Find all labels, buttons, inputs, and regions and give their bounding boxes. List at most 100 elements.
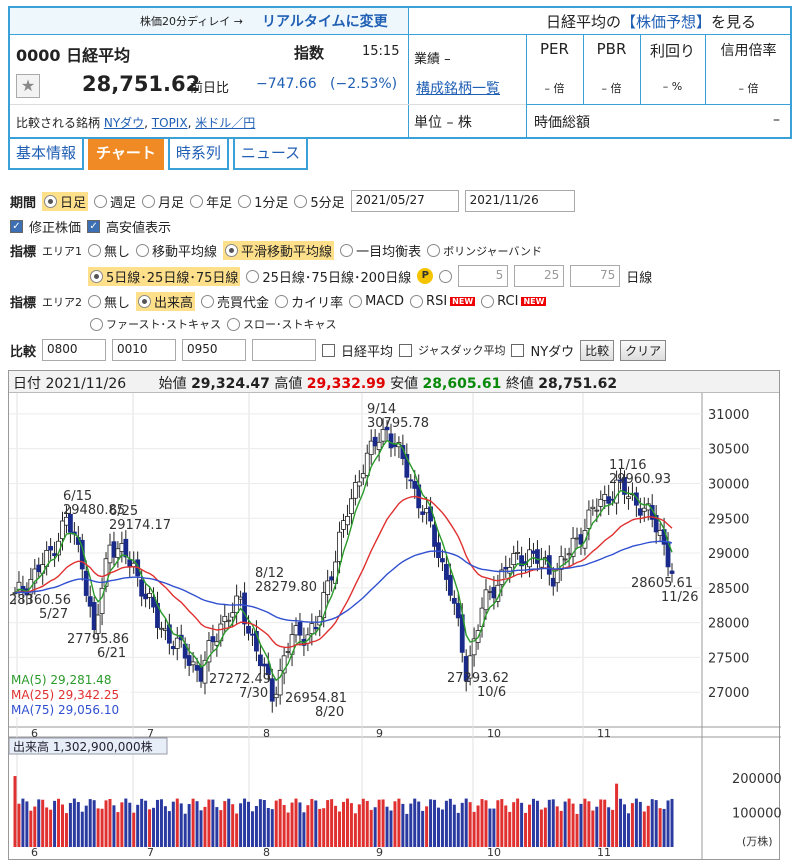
area2-fast-stoch[interactable]: ファースト･ストキャス: [90, 316, 221, 332]
compare-link-topix[interactable]: TOPIX: [152, 116, 188, 130]
ma-custom-radio[interactable]: [439, 269, 453, 283]
area1-row: 指標 エリア1 無し 移動平均線 平滑移動平均線 一目均衡表 ボリンジャーバンド: [10, 241, 542, 260]
area2-none[interactable]: 無し: [88, 292, 130, 311]
candle-body: [432, 524, 437, 547]
compare-jasdaq-checkbox[interactable]: [399, 343, 413, 357]
area1-label: エリア1: [42, 244, 83, 258]
volume-bar: [615, 783, 619, 847]
compare-code-3[interactable]: 0950: [182, 339, 247, 361]
area1-sma[interactable]: 移動平均線: [136, 241, 217, 260]
volume-label: 出来高 1,302,900,000株: [13, 739, 153, 754]
y-tick-label: 28500: [708, 582, 749, 597]
ma-25-75-200[interactable]: 25日線･75日線･200日線: [246, 267, 411, 286]
volume-bar: [100, 808, 104, 847]
price-chart[interactable]: 6677889910101111270002750028000285002900…: [9, 393, 781, 859]
volume-bar: [84, 805, 88, 847]
volume-bar: [112, 805, 116, 847]
area2-volume[interactable]: 出来高: [136, 292, 196, 311]
annotation-date: 8/20: [315, 705, 344, 720]
tab-chart[interactable]: チャート: [88, 139, 164, 170]
period-5min[interactable]: 5分足: [294, 192, 345, 211]
forecast-link[interactable]: 【株価予想】: [621, 13, 711, 31]
ma-custom-3[interactable]: 75: [570, 265, 621, 287]
area2-slow-stoch[interactable]: スロー･ストキャス: [226, 316, 336, 332]
area1-ichimoku[interactable]: 一目均衡表: [340, 241, 421, 260]
period-weekly[interactable]: 週足: [94, 192, 136, 211]
area2-deviation[interactable]: カイリ率: [275, 292, 343, 311]
candle-body: [95, 614, 101, 634]
volume-bar: [369, 809, 373, 847]
volume-bar: [484, 800, 488, 847]
tab-basic-info[interactable]: 基本情報: [8, 139, 85, 170]
adjusted-price-checkbox[interactable]: ✓: [10, 220, 23, 233]
volume-bar: [654, 800, 658, 847]
volume-bar: [401, 803, 405, 847]
period-row: 期間 日足 週足 月足 年足 1分足 5分足 2021/05/27 2021/1…: [10, 190, 575, 212]
area2-rsi[interactable]: RSI NEW: [410, 294, 476, 309]
date-from-input[interactable]: 2021/05/27: [350, 190, 459, 212]
area1-bollinger[interactable]: ボリンジャーバンド: [427, 243, 542, 259]
volume-bar: [417, 801, 421, 847]
volume-bar: [108, 798, 112, 847]
area1-none[interactable]: 無し: [88, 241, 130, 260]
volume-bar: [247, 801, 251, 847]
annotation-date: 11/26: [661, 590, 698, 605]
area2-macd[interactable]: MACD: [349, 294, 404, 309]
stoch-row: ファースト･ストキャス スロー･ストキャス: [90, 316, 336, 332]
volume-bar: [116, 812, 120, 847]
candle-body: [515, 551, 521, 554]
area2-turnover[interactable]: 売買代金: [201, 292, 269, 311]
ma-5-25-75[interactable]: 5日線･25日線･75日線: [88, 266, 241, 286]
period-yearly[interactable]: 年足: [190, 192, 232, 211]
compare-nydow-checkbox[interactable]: [511, 343, 525, 357]
volume-bar: [128, 802, 132, 847]
ohlc-open: 29,324.47: [191, 376, 270, 392]
volume-bar: [80, 811, 84, 847]
ma-custom-2[interactable]: 25: [514, 265, 565, 287]
volume-bar: [270, 809, 274, 847]
compare-code-2[interactable]: 0010: [112, 339, 177, 361]
volume-bar: [306, 805, 310, 847]
volume-bar: [405, 813, 409, 847]
volume-bar: [504, 805, 508, 847]
volume-bar: [365, 800, 369, 847]
margin-ratio-label: 信用倍率: [720, 43, 777, 59]
candle-body: [590, 506, 596, 510]
highlow-checkbox[interactable]: ✓: [87, 220, 101, 233]
ohlc-high-label: 高値: [274, 376, 303, 392]
x-tick-label: 10: [487, 727, 501, 740]
tab-news[interactable]: ニュース: [232, 139, 309, 170]
volume-bar: [607, 807, 611, 847]
compare-code-1[interactable]: 0800: [42, 339, 107, 361]
period-1min[interactable]: 1分足: [238, 192, 288, 211]
compare-button[interactable]: 比較: [580, 339, 615, 361]
compare-nikkei-checkbox[interactable]: [322, 343, 336, 357]
unit-label: 単位 – 株: [414, 115, 472, 131]
volume-bar: [528, 804, 532, 847]
volume-bar: [179, 803, 183, 847]
clear-button[interactable]: クリア: [620, 339, 667, 361]
candle-body: [349, 498, 354, 515]
ohlc-open-label: 始値: [158, 376, 187, 392]
volume-bar: [282, 804, 286, 847]
ohlc-bar: 日付 2021/11/26 始値 29,324.47 高値 29,332.99 …: [9, 371, 779, 393]
volume-bar: [183, 813, 187, 847]
y-tick-label: 28000: [708, 617, 749, 632]
volume-bar: [377, 799, 381, 847]
favorite-star-icon[interactable]: ★: [16, 74, 40, 98]
period-monthly[interactable]: 月足: [142, 192, 184, 211]
compare-code-4[interactable]: [252, 339, 317, 361]
volume-bar: [286, 812, 290, 847]
ma-legend-2: MA(75) 29,056.10: [11, 703, 119, 717]
realtime-link[interactable]: リアルタイムに変更: [262, 11, 388, 31]
ma-custom-1[interactable]: 5: [458, 265, 509, 287]
period-daily[interactable]: 日足: [42, 191, 89, 211]
compare-link-nydow[interactable]: NYダウ: [104, 116, 144, 130]
compare-link-usdjpy[interactable]: 米ドル／円: [195, 116, 255, 130]
composition-link[interactable]: 構成銘柄一覧: [416, 78, 500, 98]
date-to-input[interactable]: 2021/11/26: [464, 190, 575, 212]
tab-timeseries[interactable]: 時系列: [167, 139, 229, 170]
area1-smoothed-ma[interactable]: 平滑移動平均線: [223, 241, 335, 260]
area2-rci[interactable]: RCI NEW: [481, 294, 547, 309]
candle-body: [337, 531, 342, 562]
